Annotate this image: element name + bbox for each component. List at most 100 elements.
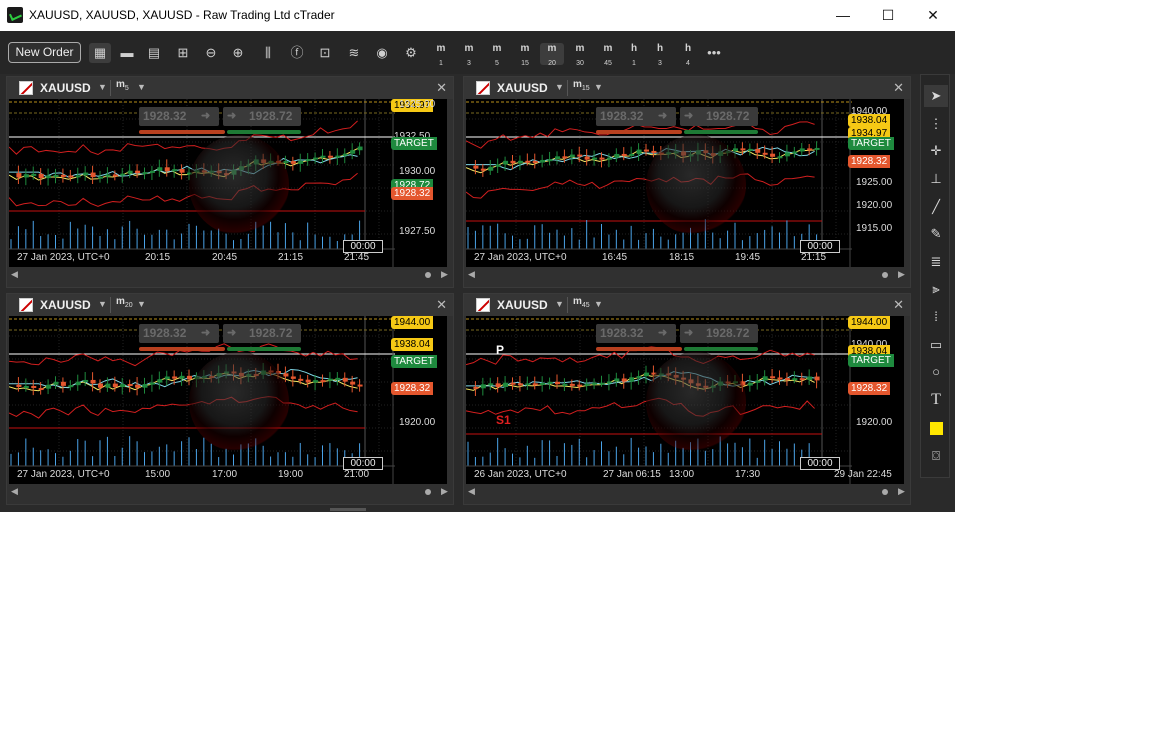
timeframe-m30[interactable]: m 30 (568, 43, 592, 67)
text-tool-icon[interactable]: T (924, 389, 948, 411)
layout-2-icon[interactable]: ▤ (144, 43, 164, 63)
add-chart-icon[interactable]: ⊞ (172, 43, 194, 63)
symbol-selector[interactable]: XAUUSD (497, 81, 548, 95)
chart-settings-icon[interactable]: ⚙ (400, 43, 422, 63)
price-label-green: TARGET (391, 355, 437, 368)
chart-scrollbar[interactable]: ◀ ▶ (464, 267, 910, 287)
layout-1-icon[interactable]: ▬ (117, 43, 137, 63)
pointer-icon[interactable]: ➤ (924, 85, 948, 107)
symbol-selector[interactable]: XAUUSD (497, 298, 548, 312)
more-options-icon[interactable]: ••• (702, 43, 726, 63)
splitter-handle[interactable] (330, 508, 366, 511)
timeframe-h4[interactable]: h4 (676, 43, 700, 67)
fibonacci-icon[interactable]: ≣ (924, 251, 948, 273)
color-swatch-icon[interactable] (924, 417, 948, 439)
chart-scrollbar[interactable]: ◀ ▶ (464, 484, 910, 504)
close-button[interactable]: ✕ (910, 0, 955, 30)
layers-icon[interactable]: ≋ (343, 43, 365, 63)
sell-quick-trade[interactable]: 1928.32 ➜ (596, 324, 676, 343)
eye-icon[interactable]: ◉ (371, 43, 393, 63)
scroll-handle[interactable] (882, 272, 888, 278)
timeframe-m5[interactable]: m5 (485, 43, 509, 67)
chevron-down-icon[interactable]: ▼ (555, 82, 564, 92)
chart-area[interactable]: 1928.32 ➜ ➜ 1928.72 1940.00 1938.04 1934.97 TAR… (466, 99, 904, 267)
chevron-down-icon[interactable]: ▼ (594, 82, 603, 92)
pitchfork-icon[interactable]: ⫸ (924, 278, 948, 300)
chevron-down-icon[interactable]: ▼ (594, 299, 603, 309)
timeframe-selector-chart[interactable]: m45 (573, 296, 590, 309)
chevron-down-icon[interactable]: ▼ (137, 82, 146, 92)
scroll-left-icon[interactable]: ◀ (468, 486, 475, 497)
bot-icon[interactable]: ⊡ (314, 43, 336, 63)
rectangle-icon[interactable]: ▭ (924, 334, 948, 356)
scroll-handle[interactable] (882, 489, 888, 495)
scroll-handle[interactable] (425, 272, 431, 278)
chart-area[interactable]: 1928.32➜➜1928.721944.001940.001938.04TAR… (466, 316, 904, 484)
scroll-right-icon[interactable]: ▶ (898, 269, 905, 280)
timeframe-m45[interactable]: m 45 (596, 43, 620, 67)
scroll-left-icon[interactable]: ◀ (468, 269, 475, 280)
candle (105, 383, 111, 388)
close-chart-button[interactable]: ✕ (436, 297, 447, 313)
timeframe-h3[interactable]: h3 (648, 43, 672, 67)
camera-icon[interactable]: ⌼ (924, 445, 948, 467)
close-chart-button[interactable]: ✕ (436, 80, 447, 96)
buy-quick-trade[interactable]: ➜ 1928.72 (680, 107, 758, 126)
timeframe-h1[interactable]: h1 (622, 43, 646, 67)
lower-band (466, 397, 815, 417)
sell-quick-trade[interactable]: 1928.32 ➜ (596, 107, 676, 126)
symbol-selector[interactable]: XAUUSD (40, 81, 91, 95)
timeframe-m15[interactable]: m 15 (513, 43, 537, 67)
sell-quick-trade[interactable]: 1928.32 ➜ (139, 107, 219, 126)
scroll-right-icon[interactable]: ▶ (441, 269, 448, 280)
chart-scrollbar[interactable]: ◀ ▶ (7, 267, 453, 287)
zoom-in-icon[interactable]: ⊕ (228, 43, 248, 63)
candle (510, 160, 516, 164)
timeframe-selector-chart[interactable]: m20 (116, 296, 133, 309)
chevron-down-icon[interactable]: ▼ (98, 299, 107, 309)
y-axis-label: 1930.00 (399, 166, 436, 177)
maximize-button[interactable]: ☐ (865, 0, 911, 30)
scroll-right-icon[interactable]: ▶ (441, 486, 448, 497)
social-icon[interactable]: ⓕ (286, 43, 308, 63)
candle (799, 148, 805, 152)
minimize-button[interactable]: — (820, 0, 866, 30)
symbol-selector[interactable]: XAUUSD (40, 298, 91, 312)
scroll-left-icon[interactable]: ◀ (11, 269, 18, 280)
bar-countdown: 00:00 (343, 240, 383, 253)
horizontal-ray-icon[interactable]: ⊥ (924, 168, 948, 190)
chart-area[interactable]: 1928.32 ➜ ➜ 1928.72 1944.00 1938.04 TARGET 1928… (9, 316, 447, 484)
chevron-down-icon[interactable]: ▼ (98, 82, 107, 92)
chart-area[interactable]: 1928.32➜➜1928.721934.971932.50TARGET1928… (9, 99, 447, 267)
timeframe-m20[interactable]: m 20 (540, 43, 564, 67)
chart-scrollbar[interactable]: ◀ ▶ (7, 484, 453, 504)
scroll-left-icon[interactable]: ◀ (11, 486, 18, 497)
timeframe-m1[interactable]: m1 (429, 43, 453, 67)
new-order-button[interactable]: New Order (8, 42, 81, 63)
zoom-out-icon[interactable]: ⊖ (201, 43, 221, 63)
scroll-handle[interactable] (425, 489, 431, 495)
timeframe-selector-chart[interactable]: m15 (573, 79, 590, 92)
chevron-down-icon[interactable]: ▼ (555, 299, 564, 309)
buy-quick-trade[interactable]: ➜ 1928.72 (680, 324, 758, 343)
buy-quick-trade[interactable]: ➜ 1928.72 (223, 107, 301, 126)
chart-type-icon[interactable]: ⫼ (257, 43, 279, 63)
scroll-right-icon[interactable]: ▶ (898, 486, 905, 497)
buy-quick-trade[interactable]: ➜ 1928.72 (223, 324, 301, 343)
crosshair-icon[interactable]: ✛ (924, 140, 948, 162)
chevron-down-icon[interactable]: ▼ (137, 299, 146, 309)
close-chart-button[interactable]: ✕ (893, 80, 904, 96)
vertical-line-icon[interactable]: ⋮ (924, 113, 948, 135)
candle (112, 383, 118, 388)
trend-line-icon[interactable]: ╱ (924, 196, 948, 218)
timeframe-selector-chart[interactable]: m5 (116, 79, 129, 92)
brush-icon[interactable]: ✎ (924, 223, 948, 245)
layout-4-icon[interactable]: ▦ (89, 43, 111, 63)
candle (629, 153, 635, 156)
candle (172, 376, 178, 379)
sell-quick-trade[interactable]: 1928.32 ➜ (139, 324, 219, 343)
close-chart-button[interactable]: ✕ (893, 297, 904, 313)
ellipse-icon[interactable]: ○ (924, 361, 948, 383)
timeframe-m3[interactable]: m3 (457, 43, 481, 67)
fib-retracement-icon[interactable]: ⁞ (924, 306, 948, 328)
